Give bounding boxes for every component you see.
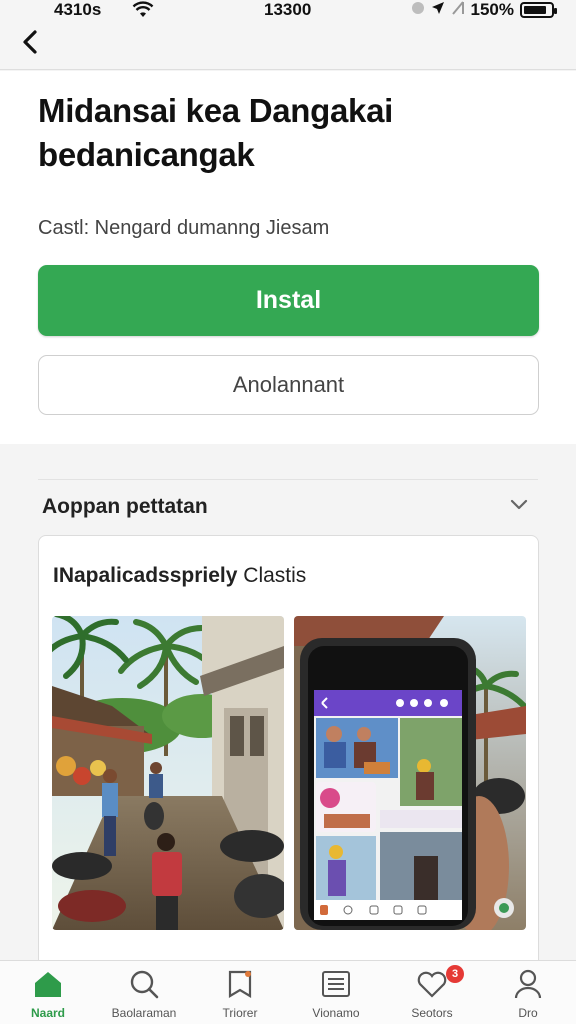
list-icon	[320, 969, 352, 1004]
heart-icon	[416, 969, 448, 1004]
app-header: Midansai kea Dangakai bedanicangak Castl…	[0, 71, 576, 444]
secondary-button[interactable]: Anolannant	[38, 355, 539, 415]
app-subtitle: Castl: Nengard dumanng Jiesam	[38, 217, 330, 239]
location-icon	[431, 0, 445, 20]
app-title-line-2: bedanicangak	[38, 136, 255, 173]
install-button[interactable]: Instal	[38, 265, 539, 336]
alarm-icon	[411, 0, 425, 20]
app-title-line-1: Midansai kea Dangakai	[38, 92, 394, 129]
navigation-bar	[0, 24, 576, 70]
screenshot-street-scene[interactable]	[52, 616, 284, 930]
notification-badge: 3	[446, 965, 464, 983]
app-title: Midansai kea Dangakai bedanicangak	[38, 89, 538, 177]
chevron-down-icon	[510, 498, 528, 516]
tab-bookmark[interactable]: Triorer	[192, 961, 288, 1024]
search-icon	[128, 969, 160, 1004]
card-title-rest: Clastis	[237, 564, 307, 587]
back-button[interactable]	[14, 28, 46, 60]
home-icon	[32, 969, 64, 1004]
tab-profile[interactable]: Dro	[480, 961, 576, 1024]
tab-label: Triorer	[222, 1006, 258, 1020]
tab-label: Naard	[30, 1006, 65, 1020]
wifi-icon	[132, 1, 154, 24]
card-title: INapalicadsspriely Clastis	[53, 564, 306, 588]
tab-search[interactable]: Baolaraman	[96, 961, 192, 1024]
chevron-left-icon	[21, 29, 39, 60]
tab-favorites[interactable]: 3 Seotors	[384, 961, 480, 1024]
bookmark-icon	[224, 969, 256, 1004]
tab-label: Seotors	[411, 1006, 453, 1020]
screenshots-card: INapalicadsspriely Clastis	[38, 535, 539, 975]
bottom-tab-bar: Naard Baolaraman Triorer Vionamo 3 Seoto…	[0, 960, 576, 1024]
screenshot-phone-app[interactable]	[294, 616, 526, 930]
section-header[interactable]: Aoppan pettatan	[38, 479, 538, 533]
tab-label: Baolaraman	[111, 1006, 177, 1020]
card-title-bold: INapalicadsspriely	[53, 564, 238, 587]
section-label: Aoppan pettatan	[42, 494, 208, 518]
status-time-left: 4310s	[54, 0, 102, 19]
tab-list[interactable]: Vionamo	[288, 961, 384, 1024]
battery-text: 150%	[470, 0, 514, 19]
person-icon	[512, 969, 544, 1004]
tab-label: Dro	[518, 1006, 538, 1020]
tab-label: Vionamo	[312, 1006, 360, 1020]
battery-icon	[520, 2, 557, 18]
tab-home[interactable]: Naard	[0, 961, 96, 1024]
status-bar: 4310s 13300 150%	[0, 0, 576, 24]
signal-icon	[451, 0, 465, 20]
status-time-center: 13300	[264, 0, 312, 19]
